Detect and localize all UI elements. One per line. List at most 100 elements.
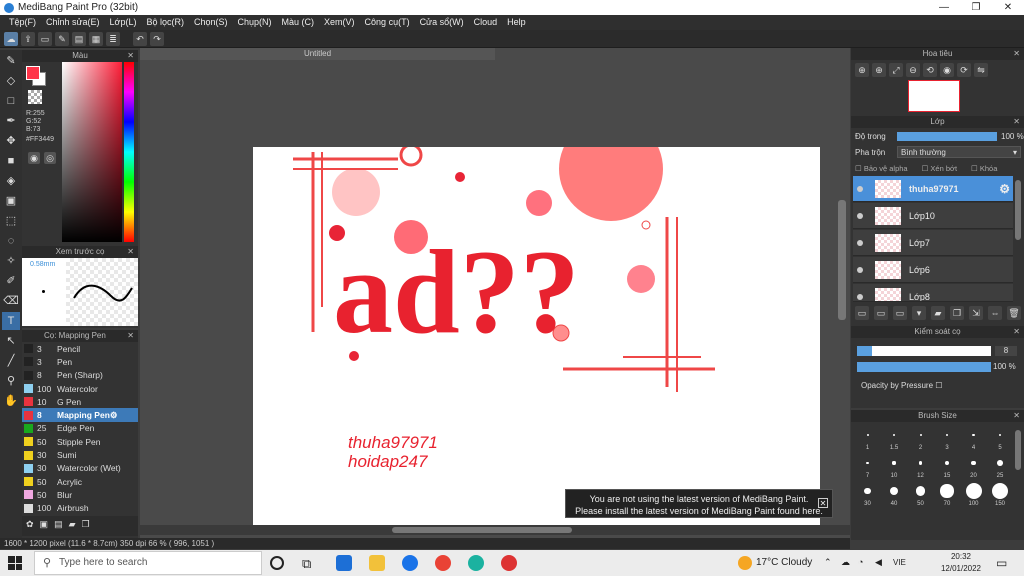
menu-tools[interactable]: Công cụ(T)	[360, 15, 415, 30]
cloud-icon[interactable]: ☁	[4, 32, 18, 46]
brush-item[interactable]: 30 Sumi	[22, 448, 138, 461]
language-indicator[interactable]: VIE	[893, 558, 906, 567]
page-icon[interactable]: ▭	[38, 32, 52, 46]
network-icon[interactable]: ☁	[841, 557, 850, 568]
weather-text[interactable]: 17°C Cloudy	[756, 557, 812, 568]
cortana-icon[interactable]	[270, 556, 284, 570]
layer-opacity-slider[interactable]	[897, 132, 997, 141]
brush-item[interactable]: 50 Stipple Pen	[22, 435, 138, 448]
brush-size-option[interactable]: 50	[908, 480, 933, 507]
divide-tool-icon[interactable]: ╱	[2, 352, 20, 370]
reset-icon[interactable]: ◉	[940, 63, 954, 77]
menu-edit[interactable]: Chỉnh sửa(E)	[41, 15, 105, 30]
select-rect-icon[interactable]: ⬚	[2, 212, 20, 230]
color-wheel-icon[interactable]: ◎	[44, 152, 56, 164]
brush-item[interactable]: 3 Pen	[22, 355, 138, 368]
brush-size-option[interactable]: 12	[908, 452, 933, 479]
brush-item[interactable]: 50 Acrylic	[22, 475, 138, 488]
close-notification-icon[interactable]: ✕	[818, 498, 828, 508]
delete-layer-icon[interactable]: 🗑	[1007, 306, 1021, 320]
minimize-button[interactable]: —	[928, 0, 960, 15]
panel-close-icon[interactable]: ✕	[1013, 48, 1020, 60]
layer-scrollbar[interactable]	[1015, 180, 1021, 240]
artboard[interactable]: ad?? thuha97971 hoidap247	[253, 147, 820, 525]
panel-close-icon[interactable]: ✕	[1013, 410, 1020, 422]
brush-size-option[interactable]: 40	[882, 480, 907, 507]
panel-close-icon[interactable]: ✕	[127, 330, 134, 342]
fill-rect-icon[interactable]: ■	[2, 152, 20, 170]
brush-size-slider[interactable]	[857, 346, 991, 356]
opacity-pressure-checkbox[interactable]: Opacity by Pressure ☐	[861, 381, 942, 390]
menu-filter[interactable]: Bộ lọc(R)	[141, 15, 189, 30]
zoom-in-2-icon[interactable]: ⊕	[872, 63, 886, 77]
clip-checkbox[interactable]: ☐ Xén bớt	[922, 164, 957, 173]
gradient-tool-icon[interactable]: ▣	[2, 192, 20, 210]
visibility-icon[interactable]	[857, 240, 863, 246]
lasso-icon[interactable]: ◌	[2, 232, 20, 250]
hue-slider[interactable]	[124, 62, 134, 242]
edge-icon[interactable]	[468, 555, 484, 571]
text-tool-icon[interactable]: T	[2, 312, 20, 330]
taskbar-search[interactable]: ⚲ Type here to search	[34, 551, 262, 575]
tray-chevron-icon[interactable]: ⌃	[824, 557, 832, 568]
maximize-button[interactable]: ❐	[960, 0, 992, 15]
volume-icon[interactable]: ◀	[875, 557, 882, 568]
protect-alpha-checkbox[interactable]: ☐ Bảo vệ alpha	[855, 164, 908, 173]
brush-size-option[interactable]: 1.5	[882, 424, 907, 451]
brush-item[interactable]: 10 G Pen	[22, 395, 138, 408]
operation-tool-icon[interactable]: ↖	[2, 332, 20, 350]
notification-icon[interactable]: ▭	[996, 556, 1007, 570]
hand-tool-icon[interactable]: ✋	[2, 392, 20, 410]
grid-icon[interactable]: ▦	[89, 32, 103, 46]
menu-color[interactable]: Màu (C)	[277, 15, 320, 30]
brush-item[interactable]: 100 Watercolor	[22, 382, 138, 395]
brush-size-option[interactable]: 100	[961, 480, 986, 507]
eraser-tool-icon[interactable]: ◇	[2, 72, 20, 90]
redo-icon[interactable]: ↷	[150, 32, 164, 46]
brush-item[interactable]: 50 Blur	[22, 488, 138, 501]
new-layer-3-icon[interactable]: ▭	[893, 306, 907, 320]
undo-icon[interactable]: ↶	[133, 32, 147, 46]
brush-size-option[interactable]: 1	[855, 424, 880, 451]
fit-icon[interactable]: ⤢	[889, 63, 903, 77]
new-layer-2-icon[interactable]: ▭	[874, 306, 888, 320]
brush-size-option[interactable]: 2	[908, 424, 933, 451]
menu-view[interactable]: Xem(V)	[319, 15, 360, 30]
menu-layer[interactable]: Lớp(L)	[105, 15, 142, 30]
document-icon[interactable]: ▤	[72, 32, 86, 46]
clock-date[interactable]: 12/01/2022	[936, 564, 986, 573]
menu-select[interactable]: Chọn(S)	[189, 15, 233, 30]
palette-icon[interactable]: ◉	[28, 152, 40, 164]
brush-size-option[interactable]: 25	[988, 452, 1013, 479]
export-icon[interactable]: ⇪	[21, 32, 35, 46]
zoom-out-icon[interactable]: ⊖	[906, 63, 920, 77]
saturation-value-picker[interactable]	[62, 62, 122, 242]
chrome-icon[interactable]	[435, 555, 451, 571]
windows-start-icon[interactable]	[8, 556, 22, 570]
brush-size-option[interactable]: 5	[988, 424, 1013, 451]
canvas-tab[interactable]: Untitled	[140, 48, 495, 60]
brush-size-option[interactable]: 15	[935, 452, 960, 479]
brush-item[interactable]: 3 Pencil	[22, 342, 138, 355]
layer-row[interactable]: Lớp6	[853, 257, 1013, 283]
zalo-icon[interactable]	[402, 555, 418, 571]
scrollbar-thumb[interactable]	[392, 527, 572, 533]
visibility-icon[interactable]	[857, 294, 863, 300]
transparent-color-swatch[interactable]	[28, 90, 42, 104]
layer-row[interactable]: Lớp7	[853, 230, 1013, 256]
horizontal-scrollbar[interactable]	[140, 525, 850, 535]
gear-icon[interactable]: ⚙	[999, 182, 1010, 196]
magic-wand-icon[interactable]: ✧	[2, 252, 20, 270]
foreground-color-swatch[interactable]	[26, 66, 40, 80]
brush-item[interactable]: 25 Edge Pen	[22, 422, 138, 435]
menu-cloud[interactable]: Cloud	[469, 15, 503, 30]
new-layer-icon[interactable]: ▭	[855, 306, 869, 320]
rect-tool-icon[interactable]: □	[2, 92, 20, 110]
move-tool-icon[interactable]: ✥	[2, 132, 20, 150]
task-view-icon[interactable]: ⧉	[302, 556, 311, 572]
medibang-icon[interactable]	[501, 555, 517, 571]
blend-mode-select[interactable]: Bình thường ▾	[897, 146, 1021, 158]
comment-icon[interactable]: ✎	[55, 32, 69, 46]
brush-size-option[interactable]: 70	[935, 480, 960, 507]
update-line-2[interactable]: Please install the latest version of Med…	[566, 505, 832, 517]
